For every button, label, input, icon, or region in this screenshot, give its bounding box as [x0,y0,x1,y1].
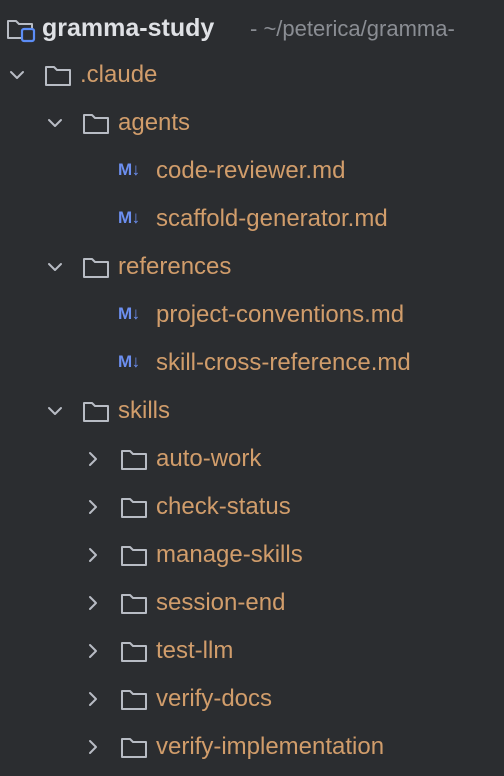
tree-item-label: test-llm [156,637,234,664]
tree-folder-session-end[interactable]: session-end [0,579,504,627]
tree-file-scaffold-generator[interactable]: M↓ scaffold-generator.md [0,195,504,243]
tree-item-label: verify-implementation [156,733,385,760]
chevron-down-icon[interactable] [46,114,64,132]
tree-item-label: code-reviewer.md [156,157,346,184]
tree-item-label: session-end [156,589,286,616]
chevron-right-icon[interactable] [84,450,102,468]
tree-item-label: project-conventions.md [156,301,405,328]
folder-icon [82,111,110,135]
tree-folder-claude[interactable]: .claude [0,51,504,99]
tree-item-label: scaffold-generator.md [156,205,388,232]
tree-file-skill-cross-reference[interactable]: M↓ skill-cross-reference.md [0,339,504,387]
chevron-right-icon[interactable] [84,738,102,756]
folder-icon [120,543,148,567]
chevron-right-icon[interactable] [84,546,102,564]
chevron-right-icon[interactable] [84,690,102,708]
project-root-row[interactable]: gramma-study - ~/peterica/gramma- [0,3,504,51]
folder-icon [44,63,72,87]
tree-folder-skills[interactable]: skills [0,387,504,435]
tree-item-label: verify-docs [156,685,273,712]
tree-item-label: skill-cross-reference.md [156,349,411,376]
folder-icon [120,495,148,519]
folder-icon [82,255,110,279]
project-tree: gramma-study - ~/peterica/gramma- .claud… [0,0,504,776]
tree-folder-auto-work[interactable]: auto-work [0,435,504,483]
tree-item-label: auto-work [156,445,262,472]
tree-folder-check-status[interactable]: check-status [0,483,504,531]
markdown-icon: M↓ [118,304,140,323]
project-name: gramma-study [42,14,215,42]
chevron-right-icon[interactable] [84,498,102,516]
tree-file-code-reviewer[interactable]: M↓ code-reviewer.md [0,147,504,195]
chevron-down-icon[interactable] [46,258,64,276]
tree-folder-verify-implementation[interactable]: verify-implementation [0,723,504,771]
folder-icon [120,639,148,663]
project-folder-icon [5,15,37,43]
tree-item-label: manage-skills [156,541,303,568]
markdown-icon: M↓ [118,352,140,371]
tree-item-label: .claude [80,61,158,88]
chevron-down-icon[interactable] [46,402,64,420]
tree-item-label: check-status [156,493,291,520]
tree-folder-agents[interactable]: agents [0,99,504,147]
tree-item-label: references [118,253,232,280]
tree-folder-manage-skills[interactable]: manage-skills [0,531,504,579]
folder-icon [120,591,148,615]
tree-folder-verify-docs[interactable]: verify-docs [0,675,504,723]
folder-icon [120,687,148,711]
tree-folder-references[interactable]: references [0,243,504,291]
tree-item-label: skills [118,397,170,424]
chevron-down-icon[interactable] [8,66,26,84]
folder-icon [120,447,148,471]
tree-file-project-conventions[interactable]: M↓ project-conventions.md [0,291,504,339]
tree-item-label: agents [118,109,191,136]
project-path: - ~/peterica/gramma- [250,16,455,41]
tree-folder-test-llm[interactable]: test-llm [0,627,504,675]
markdown-icon: M↓ [118,208,140,227]
chevron-right-icon[interactable] [84,594,102,612]
folder-icon [82,399,110,423]
chevron-right-icon[interactable] [84,642,102,660]
markdown-icon: M↓ [118,160,140,179]
folder-icon [120,735,148,759]
